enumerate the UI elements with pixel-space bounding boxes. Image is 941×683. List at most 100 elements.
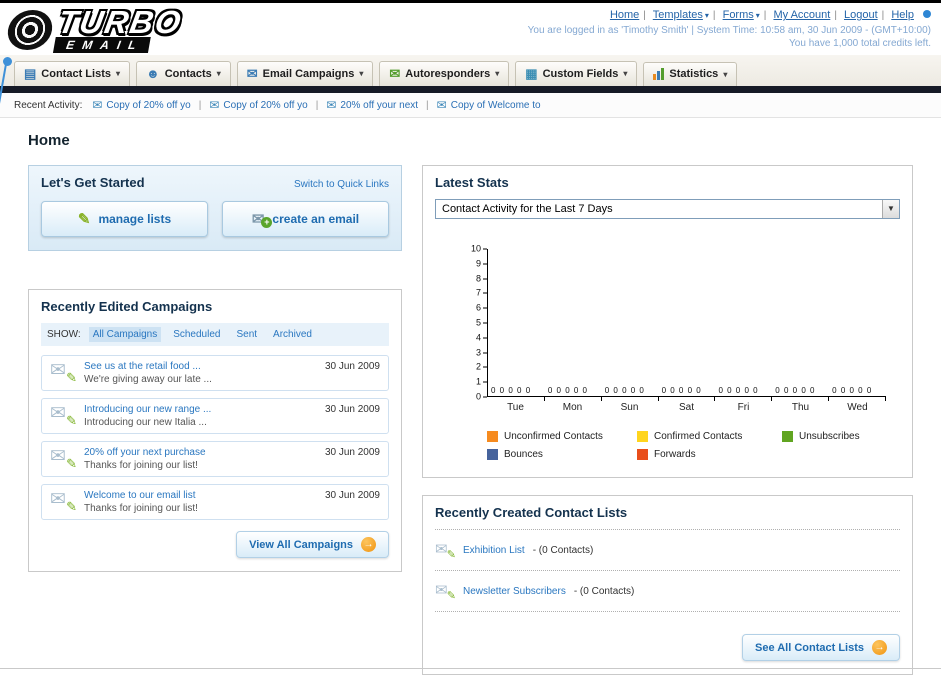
campaign-link[interactable]: Welcome to our email list	[84, 490, 317, 501]
create-email-button[interactable]: ✉ + create an email	[222, 201, 389, 237]
top-link-help[interactable]: Help	[891, 9, 914, 21]
main-content: Home Let's Get Started Switch to Quick L…	[0, 118, 941, 675]
latest-stats-panel: Latest Stats Contact Activity for the La…	[422, 165, 913, 478]
chart-x-labels: Tue Mon Sun Sat Fri Thu Wed	[487, 402, 886, 413]
legend-item: Unconfirmed Contacts	[487, 431, 637, 442]
campaign-desc: We're giving away our late ...	[84, 374, 212, 385]
legend-label: Bounces	[504, 449, 543, 460]
top-link-forms[interactable]: Forms	[723, 9, 754, 21]
chart-x-label: Fri	[737, 402, 750, 413]
campaign-desc: Thanks for joining our list!	[84, 460, 198, 471]
status-dot-icon	[923, 10, 931, 18]
campaign-link[interactable]: 20% off your next purchase	[84, 447, 317, 458]
arrow-right-icon: →	[872, 640, 887, 655]
nav-tab-label: Contacts	[164, 67, 212, 80]
email-campaigns-icon: ✉	[246, 66, 258, 81]
nav-tab-custom-fields[interactable]: ▦ Custom Fields ▾	[515, 61, 638, 86]
contact-list-item: ✉ ✎ Newsletter Subscribers - (0 Contacts)	[435, 578, 900, 604]
header-right: Home | Templates ▾ | Forms ▾ | My Account | Lo…	[528, 7, 931, 53]
filter-scheduled[interactable]: Scheduled	[169, 327, 224, 342]
legend-item: Forwards	[637, 449, 782, 460]
recent-activity-label: Recent Activity:	[14, 99, 83, 111]
nav-tab-statistics[interactable]: Statistics ▾	[643, 62, 738, 86]
list-edit-icon: ✉ ✎	[435, 582, 456, 602]
separator: |	[712, 10, 716, 21]
campaign-link[interactable]: See us at the retail food ...	[84, 361, 317, 372]
view-all-campaigns-label: View All Campaigns	[249, 538, 353, 551]
nav-tab-autoresponders[interactable]: ✉ Autoresponders ▾	[379, 61, 510, 86]
recent-campaigns-panel: Recently Edited Campaigns SHOW: All Camp…	[28, 289, 402, 572]
filter-sent[interactable]: Sent	[232, 327, 261, 342]
nav-tab-email-campaigns[interactable]: ✉ Email Campaigns ▾	[236, 61, 374, 86]
contact-list-link[interactable]: Newsletter Subscribers	[463, 586, 566, 597]
recent-activity-link[interactable]: 20% off your next	[340, 100, 418, 111]
nav-tab-label: Contact Lists	[41, 67, 111, 80]
chart-plot: 0 0 0 0 0 0 0 0 0 0 0 0 0 0 0 0 0 0 0 0 0 0 …	[487, 249, 886, 401]
filter-all-campaigns[interactable]: All Campaigns	[88, 327, 162, 342]
stats-period-select[interactable]: Contact Activity for the Last 7 Days ▼	[435, 199, 900, 219]
chart-legend: Unconfirmed Contacts Confirmed Contacts Un…	[487, 431, 900, 460]
app-logo: TURBO EMAIL	[5, 4, 185, 53]
switch-quick-links-link[interactable]: Switch to Quick Links	[294, 179, 389, 190]
separator: |	[198, 99, 202, 111]
dotted-divider	[435, 570, 900, 571]
chart-value-labels: 0 0 0 0 0	[491, 386, 531, 395]
manage-lists-button[interactable]: ✎ manage lists	[41, 201, 208, 237]
contact-list-link[interactable]: Exhibition List	[463, 545, 525, 556]
chevron-down-icon: ▾	[359, 69, 364, 78]
legend-swatch-icon	[637, 449, 648, 460]
top-link-logout[interactable]: Logout	[844, 9, 878, 21]
recent-activity-link[interactable]: Copy of 20% off yo	[223, 100, 307, 111]
envelope-icon: ✉	[209, 98, 220, 112]
chart-x-label: Mon	[562, 402, 583, 413]
contact-list-count: - (0 Contacts)	[532, 544, 594, 556]
header: TURBO EMAIL Home | Templates ▾ | Forms ▾ | My…	[0, 3, 941, 55]
pencil-icon: ✎	[77, 211, 91, 228]
separator: |	[881, 10, 885, 21]
top-link-home[interactable]: Home	[610, 9, 639, 21]
separator: |	[426, 99, 429, 111]
custom-fields-icon: ▦	[525, 66, 538, 81]
chart-x-label: Thu	[791, 402, 810, 413]
contact-list-item: ✉ ✎ Exhibition List - (0 Contacts)	[435, 537, 900, 563]
recent-activity-link[interactable]: Copy of Welcome to	[451, 100, 541, 111]
see-all-contact-lists-button[interactable]: See All Contact Lists →	[741, 634, 900, 661]
get-started-title: Let's Get Started	[41, 175, 145, 190]
logo-swirl-icon	[5, 10, 55, 50]
campaign-link[interactable]: Introducing our new range ...	[84, 404, 317, 415]
nav-tab-contacts[interactable]: ☻ Contacts ▾	[136, 61, 231, 86]
legend-item: Bounces	[487, 449, 637, 460]
login-info: You are logged in as 'Timothy Smith' | S…	[527, 25, 931, 36]
get-started-panel: Let's Get Started Switch to Quick Links …	[28, 165, 402, 251]
filter-archived[interactable]: Archived	[269, 327, 316, 342]
create-email-label: create an email	[272, 212, 360, 226]
separator: |	[315, 99, 319, 111]
campaign-filter-bar: SHOW: All Campaigns Scheduled Sent Archi…	[41, 323, 389, 346]
separator: |	[763, 10, 767, 21]
contact-list-count: - (0 Contacts)	[573, 585, 635, 597]
view-all-campaigns-button[interactable]: View All Campaigns →	[236, 531, 389, 558]
legend-item: Unsubscribes	[782, 431, 900, 442]
top-link-templates[interactable]: Templates	[653, 9, 703, 21]
envelope-icon: ✉	[436, 98, 447, 112]
top-link-my-account[interactable]: My Account	[773, 9, 830, 21]
chevron-down-icon: ▾	[723, 69, 728, 79]
see-all-contact-lists-label: See All Contact Lists	[754, 641, 864, 654]
campaign-item: ✉ ✎ 20% off your next purchase Thanks for…	[41, 441, 389, 477]
statistics-icon	[653, 68, 665, 80]
campaign-list: ✉ ✎ See us at the retail food ... We're g…	[41, 355, 389, 520]
stats-title: Latest Stats	[435, 175, 509, 190]
nav-tab-label: Email Campaigns	[262, 67, 355, 80]
chart-category: 0 0 0 0 0	[715, 249, 773, 401]
chevron-down-icon: ▾	[755, 11, 760, 20]
credits-info: You have 1,000 total credits left.	[789, 38, 931, 49]
campaign-item: ✉ ✎ Introducing our new range ... Introdu…	[41, 398, 389, 434]
recent-activity-item: ✉ Copy of 20% off yo	[209, 98, 307, 112]
legend-swatch-icon	[487, 449, 498, 460]
recent-activity-link[interactable]: Copy of 20% off yo	[106, 100, 190, 111]
campaign-edit-icon: ✉ ✎	[50, 403, 77, 429]
nav-tab-contact-lists[interactable]: ▤ Contact Lists ▾	[14, 61, 130, 86]
contact-lists-panel: Recently Created Contact Lists ✉ ✎ Exhibi…	[422, 495, 913, 675]
logo-turbo-text: TURBO	[55, 4, 186, 40]
logo-email-text: EMAIL	[52, 37, 152, 53]
